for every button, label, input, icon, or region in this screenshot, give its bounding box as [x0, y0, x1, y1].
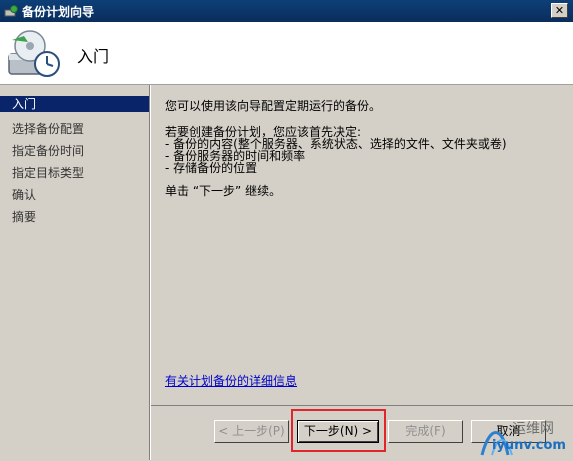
step-summary[interactable]: 摘要 — [0, 206, 149, 228]
backup-info-link[interactable]: 有关计划备份的详细信息 — [165, 372, 297, 389]
watermark-url: iyunv.com — [492, 438, 566, 453]
close-button[interactable]: ✕ — [551, 3, 568, 18]
page-title: 入门 — [77, 47, 110, 66]
step-getting-started[interactable]: 入门 — [0, 96, 149, 112]
step-specify-backup-time[interactable]: 指定备份时间 — [0, 140, 149, 162]
wizard-header: 入门 — [0, 22, 573, 85]
next-hint-text: 单击 “下一步” 继续。 — [165, 184, 282, 198]
next-button[interactable]: 下一步(N) > — [297, 420, 379, 443]
step-select-backup-config[interactable]: 选择备份配置 — [0, 118, 149, 140]
step-confirmation[interactable]: 确认 — [0, 184, 149, 206]
previous-button[interactable]: < 上一步(P) — [214, 420, 289, 443]
step-specify-destination-type[interactable]: 指定目标类型 — [0, 162, 149, 184]
watermark-title: 运维网 — [512, 421, 554, 437]
backup-schedule-icon — [8, 30, 60, 77]
bullet-item: - 存储备份的位置 — [165, 161, 258, 175]
finish-button[interactable]: 完成(F) — [388, 420, 463, 443]
intro-text: 您可以使用该向导配置定期运行的备份。 — [165, 99, 382, 113]
wizard-content: 您可以使用该向导配置定期运行的备份。 若要创建备份计划，您应该首先决定: - 备… — [151, 85, 573, 405]
title-bar: 备份计划向导 ✕ — [0, 0, 573, 22]
backup-app-icon — [4, 5, 18, 17]
window-title: 备份计划向导 — [22, 5, 95, 19]
wizard-steps-sidebar: 入门 选择备份配置 指定备份时间 指定目标类型 确认 摘要 — [0, 85, 149, 460]
